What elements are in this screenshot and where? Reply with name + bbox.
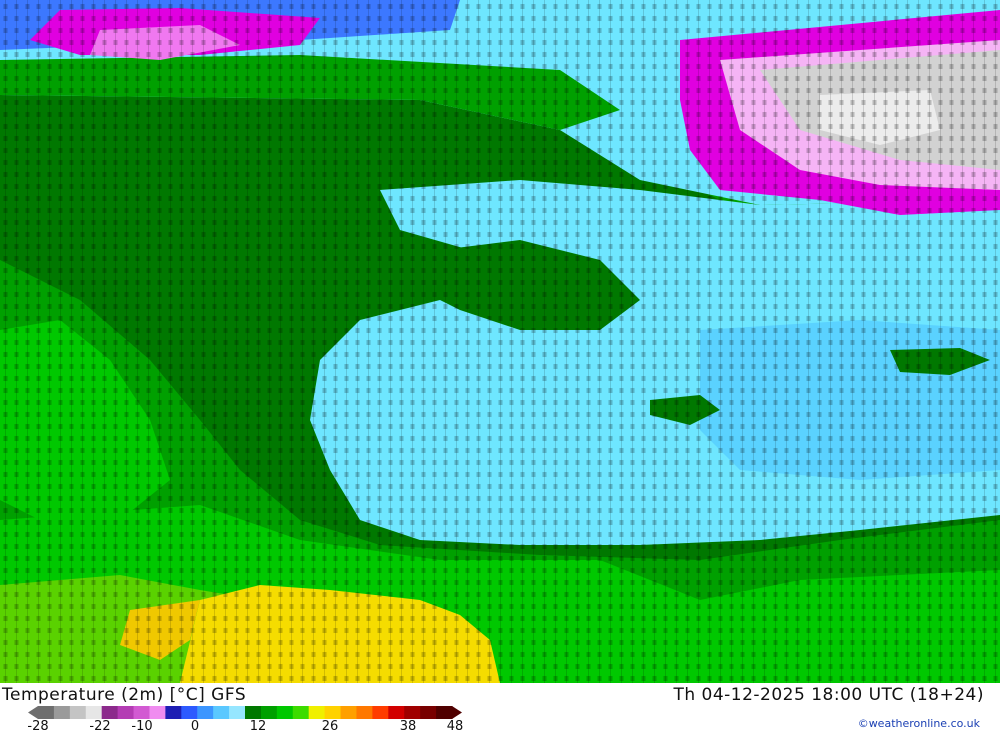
- scale-swatch: [213, 706, 230, 719]
- map-title: Temperature (2m) [°C] GFS: [2, 685, 247, 705]
- scale-swatch: [245, 706, 262, 719]
- scale-swatch: [356, 706, 373, 719]
- scale-tick: 38: [399, 719, 417, 734]
- scale-swatch: [276, 706, 294, 719]
- scale-swatch: [85, 706, 103, 719]
- scale-swatch: [388, 706, 405, 719]
- map-footer: Temperature (2m) [°C] GFS Th 04-12-2025 …: [0, 683, 1000, 734]
- scale-arrow-left: [28, 706, 38, 719]
- scale-swatch: [53, 706, 71, 719]
- scale-swatch: [372, 706, 389, 719]
- scale-swatch: [117, 706, 135, 719]
- scale-swatch: [149, 706, 166, 719]
- scale-tick: -28: [27, 719, 49, 734]
- color-scale: [28, 706, 462, 719]
- scale-arrow-right: [452, 706, 462, 719]
- scale-swatch: [181, 706, 198, 719]
- temperature-map: [0, 0, 1000, 683]
- scale-swatch: [260, 706, 278, 719]
- scale-tick: -22: [89, 719, 111, 734]
- scale-tick: 0: [190, 719, 200, 734]
- scale-tick: 48: [446, 719, 464, 734]
- scale-swatch: [324, 706, 342, 719]
- scale-swatch: [308, 706, 326, 719]
- scale-swatch: [197, 706, 214, 719]
- scale-swatch: [133, 706, 150, 719]
- scale-swatch: [420, 706, 437, 719]
- color-scale-labels: -28 -22 -10 0 12 26 38 48: [0, 719, 480, 734]
- scale-swatch: [101, 706, 119, 719]
- scale-swatch: [340, 706, 357, 719]
- scale-swatch: [404, 706, 421, 719]
- scale-swatch: [165, 706, 182, 719]
- scale-tick: 12: [249, 719, 267, 734]
- value-grid: [0, 0, 1000, 683]
- forecast-datetime: Th 04-12-2025 18:00 UTC (18+24): [673, 685, 984, 705]
- credit-link[interactable]: ©weatheronline.co.uk: [858, 717, 980, 730]
- scale-swatch: [292, 706, 310, 719]
- scale-swatch: [38, 706, 55, 719]
- scale-tick: 26: [321, 719, 339, 734]
- scale-swatch: [69, 706, 87, 719]
- scale-swatch: [436, 706, 453, 719]
- scale-swatch: [229, 706, 246, 719]
- scale-tick: -10: [131, 719, 153, 734]
